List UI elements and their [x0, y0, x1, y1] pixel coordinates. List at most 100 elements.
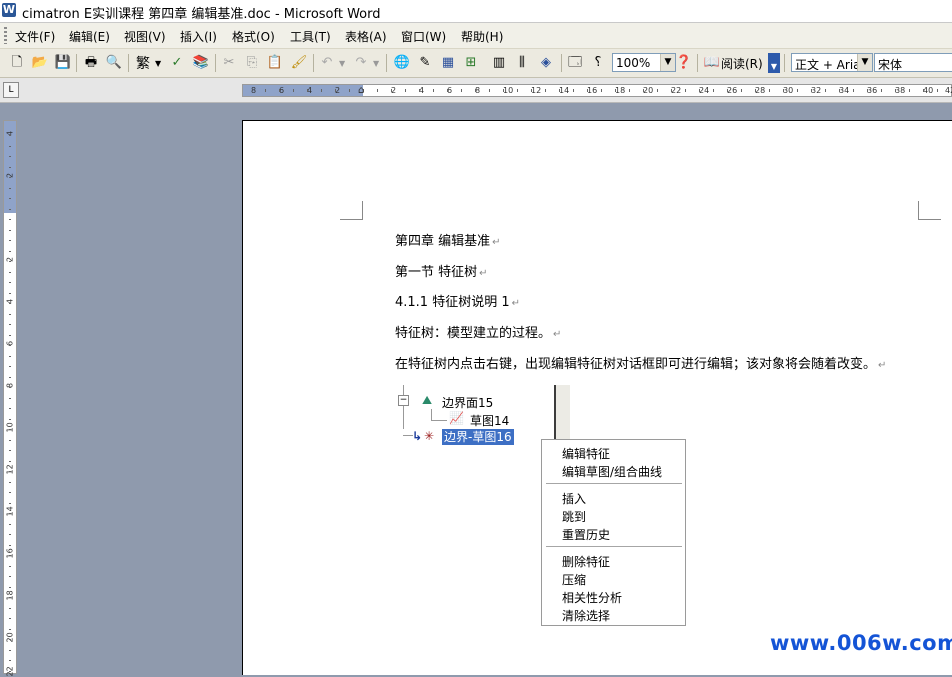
print-preview-icon[interactable]: 🔍: [105, 54, 123, 72]
ruler-tick: [405, 89, 406, 92]
menu-item-clear-selection[interactable]: 清除选择: [562, 607, 610, 624]
open-folder-icon[interactable]: 📂: [31, 54, 49, 72]
ruler-tick: [9, 492, 11, 493]
menu-item-reset-history[interactable]: 重置历史: [562, 526, 610, 543]
undo-icon[interactable]: ↶: [318, 54, 336, 72]
research-icon[interactable]: 📚: [192, 54, 210, 72]
crop-mark-right: [918, 201, 941, 220]
menu-separator: [546, 546, 682, 547]
zoom-dropdown-icon[interactable]: ▼: [660, 54, 675, 71]
style-dropdown-icon[interactable]: ▼: [857, 54, 872, 71]
columns-icon[interactable]: ▥: [490, 54, 508, 72]
ruler-number: 12: [5, 464, 15, 475]
menu-file[interactable]: 文件(F): [15, 28, 55, 45]
insert-excel-icon[interactable]: ⊞: [462, 54, 480, 72]
ruler-tick: [699, 89, 700, 92]
document-map-icon[interactable]: ◈: [537, 54, 555, 72]
menu-format[interactable]: 格式(O): [232, 28, 275, 45]
toolbar-options-icon[interactable]: ▼: [768, 53, 780, 73]
cut-icon[interactable]: ✂: [220, 54, 238, 72]
redo-dropdown-icon[interactable]: ▼: [373, 59, 379, 68]
menu-item-edit-sketch[interactable]: 编辑草图/组合曲线: [562, 463, 662, 480]
ruler-tick: [867, 89, 868, 92]
hyperlink-icon[interactable]: 🌐: [393, 54, 411, 72]
horizontal-ruler[interactable]: 8 6 4 2 2 4 6 8 10 12 14 16 18 20 22 24 26 28 30 32 34 36 38 40…: [242, 84, 952, 97]
ruler-tick: [769, 89, 770, 92]
tree-scrollbar[interactable]: [554, 385, 570, 445]
menu-item-delete-feature[interactable]: 删除特征: [562, 553, 610, 570]
undo-dropdown-icon[interactable]: ▼: [339, 59, 345, 68]
paragraph-section-title[interactable]: 第一节 特征树 ↵: [395, 261, 488, 280]
paragraph-mark: ↵: [878, 360, 887, 371]
menu-grip-handle[interactable]: [4, 27, 7, 44]
paragraph-instruction[interactable]: 在特征树内点击右键，出现编辑特征树对话框即可进行编辑；该对象将会随着改变。 ↵: [395, 353, 886, 372]
ruler-tick: [9, 555, 11, 556]
menu-tools[interactable]: 工具(T): [290, 28, 331, 45]
indent-marker-icon[interactable]: ⌂: [358, 85, 364, 96]
insert-table-icon[interactable]: ▦: [439, 54, 457, 72]
print-icon[interactable]: 🖶: [82, 54, 100, 72]
traditional-chinese-button[interactable]: 繁: [136, 53, 150, 73]
format-painter-icon[interactable]: 🖌: [290, 54, 308, 72]
menu-item-jump-to[interactable]: 跳到: [562, 508, 586, 525]
reading-layout-button[interactable]: 阅读(R): [721, 55, 763, 72]
ruler-tick: [9, 503, 11, 504]
ruler-tick: [643, 89, 644, 92]
paragraph-text: 特征树：模型建立的过程。: [395, 326, 552, 341]
paragraph-chapter-title[interactable]: 第四章 编辑基准 ↵: [395, 230, 501, 249]
redo-icon[interactable]: ↷: [352, 54, 370, 72]
ruler-left-margin: [243, 85, 363, 96]
tables-borders-icon[interactable]: ✎: [416, 54, 434, 72]
ruler-tick: [9, 639, 11, 640]
menu-table[interactable]: 表格(A): [345, 28, 387, 45]
menu-insert[interactable]: 插入(I): [180, 28, 217, 45]
menu-item-insert[interactable]: 插入: [562, 490, 586, 507]
tree-expander[interactable]: −: [398, 395, 409, 406]
ruler-tick: [685, 89, 686, 92]
ruler-tick: [853, 89, 854, 92]
dropdown-arrow-icon[interactable]: ▼: [155, 59, 161, 68]
vertical-ruler[interactable]: 42246810121416182022: [3, 120, 17, 677]
ruler-tick: [9, 198, 11, 199]
help-icon[interactable]: ❓: [675, 54, 693, 72]
tree-item-boundary-surface[interactable]: 边界面15: [442, 394, 493, 411]
tab-selector-icon[interactable]: L: [3, 82, 19, 98]
paragraph-subsection[interactable]: 4.1.1 特征树说明 1 ↵: [395, 291, 520, 310]
ruler-tick: [9, 398, 11, 399]
feature-tree-picture[interactable]: − ⛰ 边界面15 📈 草图14 ↳ ✳ 边界-草图16: [394, 385, 574, 445]
spelling-check-icon[interactable]: ✓: [168, 54, 186, 72]
font-select[interactable]: 宋体: [874, 53, 952, 72]
paste-icon[interactable]: 📋: [266, 54, 284, 72]
word-app-icon[interactable]: W: [2, 3, 16, 17]
menu-item-suppress[interactable]: 压缩: [562, 571, 586, 588]
menu-window[interactable]: 窗口(W): [401, 28, 446, 45]
style-select[interactable]: 正文 + Aria ▼: [791, 53, 873, 72]
drawing-icon[interactable]: ⫼: [513, 54, 531, 72]
copy-icon[interactable]: ⎘: [243, 54, 261, 72]
ruler-tick: [461, 89, 462, 92]
zoom-select[interactable]: 100% ▼: [612, 53, 676, 72]
menu-edit[interactable]: 编辑(E): [69, 28, 110, 45]
ruler-tick: [9, 618, 11, 619]
ruler-tick: [909, 89, 910, 92]
toolbar-separator: [561, 54, 562, 72]
reading-layout-icon[interactable]: 📖: [703, 54, 721, 72]
pilcrow-icon[interactable]: ⸮: [589, 54, 607, 72]
paragraph-text: 4.1.1 特征树说明 1: [395, 295, 510, 310]
window-title: cimatron E实训课程 第四章 编辑基准.doc - Microsoft …: [22, 7, 381, 22]
menu-item-edit-feature[interactable]: 编辑特征: [562, 445, 610, 462]
tree-item-boundary-sketch-selected[interactable]: 边界-草图16: [442, 429, 514, 445]
tree-item-sketch[interactable]: 草图14: [470, 412, 509, 429]
ruler-tick: [489, 89, 490, 92]
save-icon[interactable]: 💾: [54, 54, 72, 72]
paragraph-definition[interactable]: 特征树：模型建立的过程。 ↵: [395, 322, 561, 341]
show-hide-icon[interactable]: 🗔: [566, 54, 584, 72]
ruler-tick: [307, 89, 308, 92]
menu-item-dependency-analysis[interactable]: 相关性分析: [562, 589, 622, 606]
menu-help[interactable]: 帮助(H): [461, 28, 503, 45]
menu-view[interactable]: 视图(V): [124, 28, 166, 45]
ruler-tick: [783, 89, 784, 92]
ruler-tick: [9, 188, 11, 189]
new-document-icon[interactable]: 🗋: [8, 54, 26, 72]
ruler-number: 2: [5, 172, 15, 179]
